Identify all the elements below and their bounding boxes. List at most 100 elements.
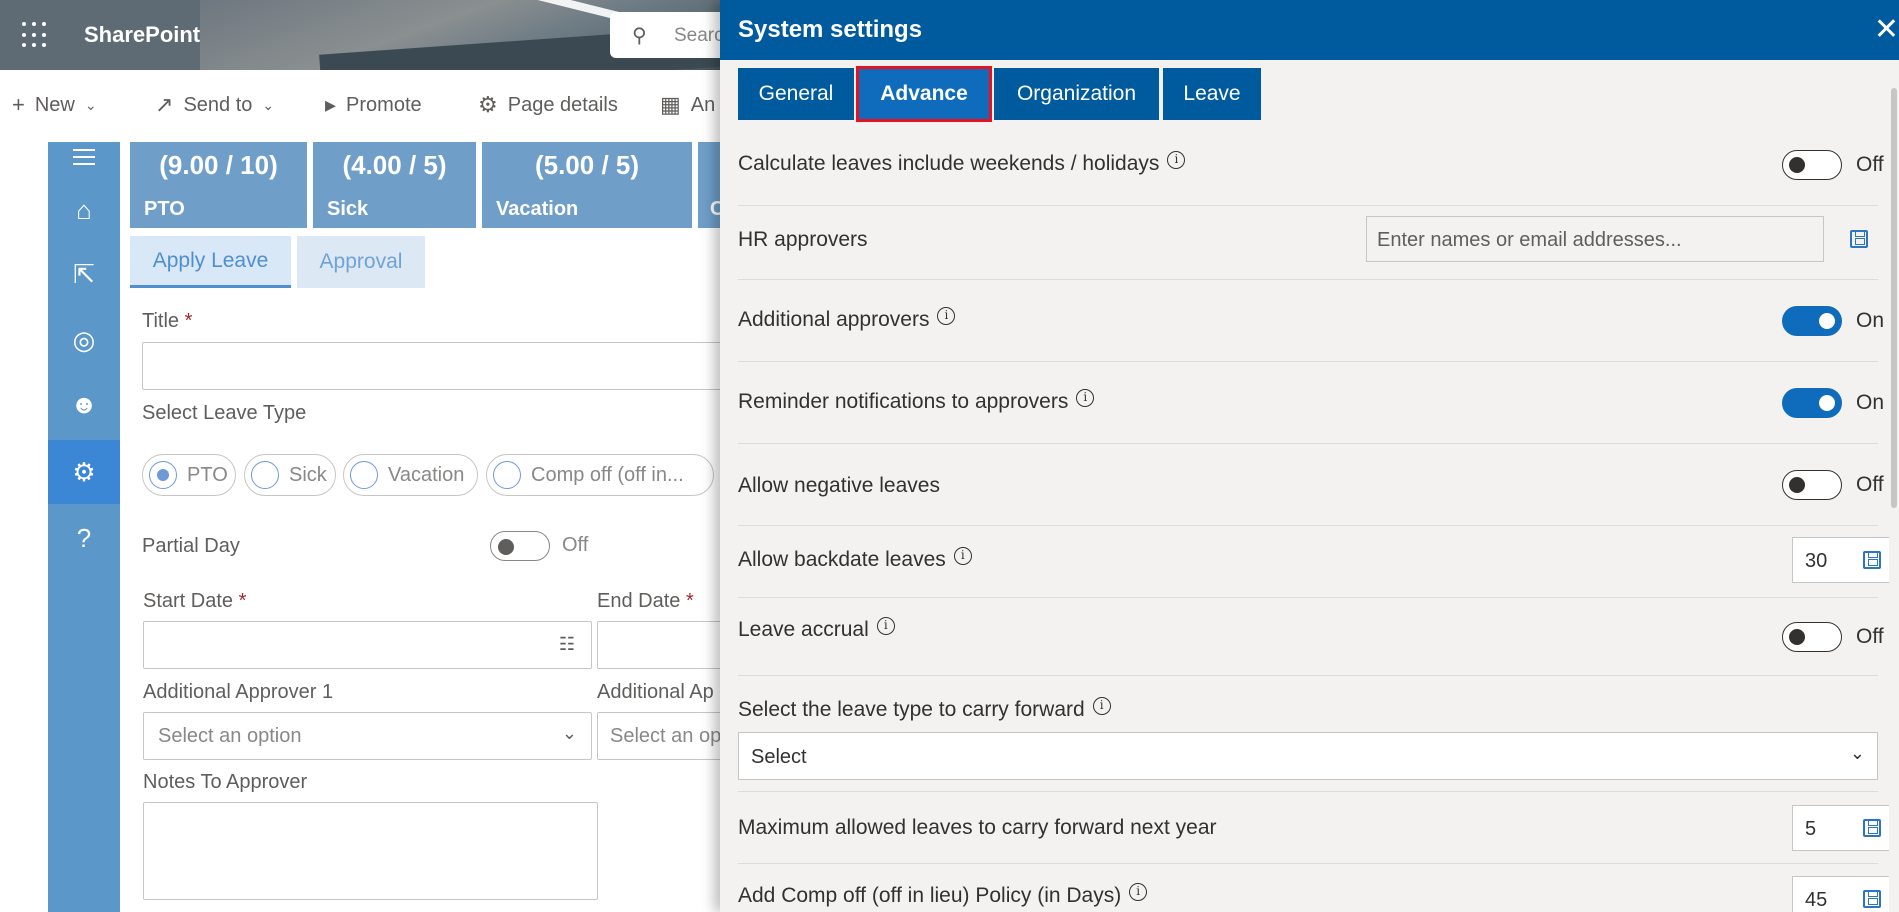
- info-icon[interactable]: i: [1167, 151, 1186, 169]
- app-launcher-icon[interactable]: [22, 22, 48, 48]
- tab-general[interactable]: General: [738, 68, 854, 120]
- chevron-down-icon: ⌄: [1849, 743, 1865, 763]
- radio-icon: [350, 461, 378, 489]
- save-icon[interactable]: [1863, 890, 1881, 908]
- scrollbar-thumb[interactable]: [1891, 88, 1897, 508]
- gear-icon: ⚙: [478, 92, 498, 117]
- start-date-input[interactable]: ☷: [143, 621, 592, 669]
- panel-scrollbar[interactable]: [1889, 60, 1899, 912]
- end-date-input[interactable]: [597, 621, 727, 669]
- leave-type-label: Select Leave Type: [142, 402, 307, 424]
- comp-off-policy-input[interactable]: 45: [1792, 876, 1896, 912]
- notes-label: Notes To Approver: [143, 771, 308, 793]
- save-icon[interactable]: [1850, 230, 1868, 248]
- info-icon[interactable]: i: [1129, 883, 1148, 901]
- setting-label: Allow backdate leaves i: [738, 547, 972, 572]
- close-icon[interactable]: ✕: [1874, 12, 1899, 47]
- gear-icon[interactable]: ⚙: [48, 440, 120, 504]
- page-details-button[interactable]: ⚙ Page details: [478, 92, 618, 118]
- setting-reminder-notifications: Reminder notifications to approvers i On: [738, 362, 1884, 444]
- leave-type-radio-vacation[interactable]: Vacation: [343, 454, 478, 496]
- promote-button[interactable]: ▸ Promote: [325, 92, 422, 118]
- promote-label: Promote: [346, 93, 422, 116]
- search-placeholder: Searc: [674, 25, 724, 46]
- user-settings-icon[interactable]: ☻: [48, 372, 120, 436]
- info-icon[interactable]: i: [1092, 697, 1111, 715]
- balance-card-vacation[interactable]: (5.00 / 5) Vacation: [482, 142, 692, 228]
- page-details-label: Page details: [507, 93, 618, 116]
- info-icon[interactable]: i: [953, 547, 972, 565]
- save-icon[interactable]: [1863, 551, 1881, 569]
- system-settings-panel: System settings ✕ General Advance Organi…: [720, 0, 1899, 912]
- leave-app: (9.00 / 10) PTO (4.00 / 5) Sick (5.00 / …: [120, 142, 742, 912]
- setting-label: Maximum allowed leaves to carry forward …: [738, 816, 1217, 839]
- additional-approver-2-select[interactable]: Select an op: [597, 712, 727, 760]
- help-icon[interactable]: ?: [48, 506, 120, 570]
- leave-type-radio-pto[interactable]: PTO: [142, 454, 236, 496]
- partial-day-label: Partial Day: [142, 535, 240, 557]
- tab-approval[interactable]: Approval: [297, 236, 425, 288]
- balance-value: (9.00 / 10): [159, 150, 278, 180]
- balance-value: (4.00 / 5): [342, 150, 447, 180]
- setting-label: Leave accrual i: [738, 617, 895, 642]
- menu-icon[interactable]: [48, 142, 120, 172]
- radio-selected-icon: [149, 461, 177, 489]
- max-carry-forward-input[interactable]: 5: [1792, 805, 1896, 851]
- analytics-button[interactable]: ▦ An: [660, 92, 715, 118]
- setting-backdate-leaves: Allow backdate leaves i 30: [738, 526, 1896, 598]
- toggle-state: On: [1856, 391, 1885, 414]
- notes-textarea[interactable]: [143, 802, 598, 900]
- radio-label: Comp off (off in...: [531, 463, 684, 486]
- backdate-days-input[interactable]: 30: [1792, 537, 1896, 583]
- leave-type-radio-sick[interactable]: Sick: [244, 454, 336, 496]
- additional-approvers-toggle[interactable]: [1782, 306, 1842, 336]
- toggle-state: Off: [1856, 473, 1884, 496]
- hr-approvers-people-picker[interactable]: Enter names or email addresses...: [1366, 216, 1824, 262]
- app-name[interactable]: SharePoint: [84, 22, 200, 48]
- partial-day-toggle[interactable]: [490, 531, 550, 561]
- carry-forward-type-dropdown[interactable]: Select ⌄: [738, 732, 1878, 780]
- info-icon[interactable]: i: [876, 617, 895, 635]
- balance-card-pto[interactable]: (9.00 / 10) PTO: [130, 142, 307, 228]
- leave-accrual-toggle[interactable]: [1782, 622, 1842, 652]
- send-to-button[interactable]: ↗ Send to ⌄: [155, 92, 274, 118]
- input-value: 45: [1805, 889, 1828, 911]
- reports-icon[interactable]: ◎: [48, 308, 120, 372]
- setting-carry-forward-type: Select the leave type to carry forward i …: [738, 676, 1878, 792]
- chevron-down-icon: ⌄: [262, 96, 275, 113]
- title-input[interactable]: [142, 342, 742, 390]
- sign-out-icon[interactable]: ⇱: [48, 242, 120, 306]
- radio-icon: [251, 461, 279, 489]
- toggle-state: On: [1856, 309, 1885, 332]
- radio-label: Sick: [289, 463, 327, 486]
- tab-organization[interactable]: Organization: [994, 68, 1159, 120]
- additional-approver-1-select[interactable]: Select an option ⌄: [143, 712, 592, 760]
- home-icon[interactable]: ⌂: [48, 178, 120, 242]
- analytics-icon: ▦: [660, 92, 681, 117]
- input-value: 30: [1805, 550, 1828, 572]
- save-icon[interactable]: [1863, 819, 1881, 837]
- title-label: Title *: [142, 310, 193, 332]
- setting-label: Add Comp off (off in lieu) Policy (in Da…: [738, 883, 1148, 908]
- tab-advance[interactable]: Advance: [856, 66, 992, 122]
- tab-leave[interactable]: Leave: [1163, 68, 1261, 120]
- new-button[interactable]: + New ⌄: [12, 92, 97, 118]
- panel-title: System settings: [738, 16, 923, 43]
- additional-approver-2-label: Additional Ap: [597, 681, 714, 703]
- info-icon[interactable]: i: [937, 307, 956, 325]
- balance-value: (5.00 / 5): [534, 150, 640, 180]
- megaphone-icon: ▸: [325, 92, 337, 117]
- left-navigation-rail: ⌂ ⇱ ◎ ☻ ⚙ ?: [48, 142, 120, 912]
- calc-weekends-toggle[interactable]: [1782, 150, 1842, 180]
- chevron-down-icon: ⌄: [84, 96, 97, 113]
- negative-leaves-toggle[interactable]: [1782, 470, 1842, 500]
- tab-apply-leave[interactable]: Apply Leave: [130, 236, 291, 288]
- leave-type-radio-comp-off[interactable]: Comp off (off in...: [486, 454, 714, 496]
- reminder-toggle[interactable]: [1782, 388, 1842, 418]
- analytics-label: An: [690, 93, 716, 116]
- start-date-label: Start Date *: [143, 590, 247, 612]
- picker-placeholder: Enter names or email addresses...: [1377, 229, 1682, 251]
- info-icon[interactable]: i: [1076, 389, 1095, 407]
- setting-label: Allow negative leaves: [738, 474, 940, 497]
- balance-card-sick[interactable]: (4.00 / 5) Sick: [313, 142, 476, 228]
